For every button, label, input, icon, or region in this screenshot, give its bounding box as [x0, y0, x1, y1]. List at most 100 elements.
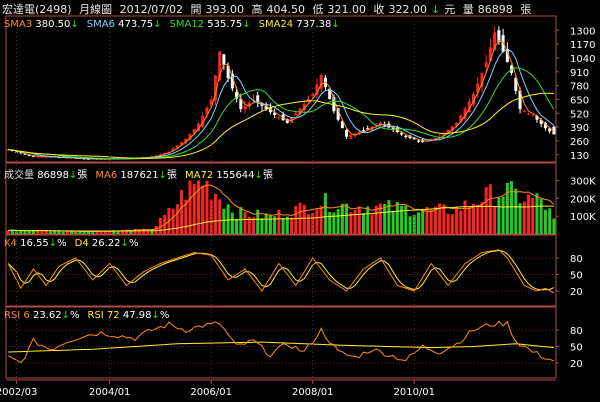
price-legend-value: 380.50 — [35, 19, 71, 30]
volume-bar — [535, 193, 539, 234]
volume-legend-label: MA72 — [184, 170, 217, 181]
volume-legend-unit: 張 — [77, 170, 88, 181]
kd-legend-label: K4 — [4, 238, 21, 249]
volume-bar — [552, 218, 556, 234]
kd-legend-label: D4 — [74, 238, 92, 249]
low-value: 321.00 — [327, 3, 366, 16]
x-tick-label: 2006/01 — [190, 387, 232, 398]
price-legend-label: SMA6 — [86, 19, 119, 30]
volume-bar — [357, 206, 361, 234]
volume-bar — [213, 193, 217, 234]
candle-body — [349, 135, 353, 139]
volume-y-tick-label: 300K — [570, 177, 596, 188]
volume-bar — [268, 214, 272, 234]
candle-body — [222, 54, 226, 65]
volume-bar — [154, 225, 158, 234]
volume-bar — [192, 183, 196, 234]
price-y-tick-label: 1040 — [570, 54, 595, 65]
volume-bar — [307, 214, 310, 234]
candle-body — [484, 62, 488, 68]
candle-body — [243, 105, 247, 110]
rsi6-line — [7, 320, 555, 364]
volume-bar — [290, 217, 294, 234]
volume-bar — [218, 199, 222, 234]
volume-bar — [501, 196, 505, 234]
price-legend-item: SMA3 380.50↓ — [4, 19, 79, 30]
volume-legend-label: MA6 — [95, 170, 121, 181]
high-label: 高 — [251, 3, 263, 16]
candle-body — [277, 117, 281, 119]
volume-bar — [315, 209, 319, 234]
volume-legend-value: 187621 — [120, 170, 159, 181]
volume-bar — [302, 204, 306, 234]
volume-bar — [353, 210, 357, 234]
rsi-legend: RSI 6 23.62↓% RSI 72 47.98↓% — [4, 310, 177, 321]
rsi-legend-unit: % — [70, 310, 80, 321]
volume-bar — [48, 231, 52, 234]
volume-bar — [442, 204, 446, 234]
volume-bar — [480, 202, 484, 234]
volume-legend-label: 成交量 — [4, 170, 38, 181]
period-label: 月線圖 — [79, 3, 113, 16]
down-arrow-icon: ↓ — [153, 19, 162, 30]
rsi-legend-unit: % — [159, 310, 170, 321]
volume-legend-unit: 張 — [262, 170, 273, 181]
volume-legend-value: 155644 — [216, 170, 255, 181]
close-label: 收 — [373, 3, 385, 16]
volume-bar — [171, 208, 175, 234]
volume-legend: 成交量 86898↓張 MA6 187621↓張 MA72 155644↓張 — [4, 166, 281, 181]
rsi-legend-value: 47.98 — [122, 310, 152, 321]
volume-bar — [340, 203, 344, 234]
x-tick-label: 2004/01 — [89, 387, 131, 398]
volume-bar — [61, 231, 65, 234]
volume-y-tick-label: 200K — [570, 194, 596, 205]
volume-bar — [476, 205, 480, 234]
chart-canvas: 1300 1170 1040 910 780 650 520 390 260 130 300K 200… — [0, 15, 596, 398]
volume-bar — [450, 214, 454, 234]
volume-bar — [345, 203, 349, 234]
candle-body — [527, 113, 530, 115]
down-arrow-icon: ↓ — [120, 238, 129, 249]
candle-body — [531, 115, 535, 117]
volume-bar — [6, 230, 10, 234]
price-y-tick-label: 260 — [570, 137, 589, 148]
volume-bar — [493, 205, 497, 234]
volume-bar — [323, 193, 327, 234]
date-label: 2012/07/02 — [119, 3, 183, 16]
price-y-tick-label: 1300 — [570, 26, 595, 37]
volume-bar — [222, 208, 226, 234]
volume-bar — [387, 200, 391, 234]
x-tick-label: 2002/03 — [0, 387, 37, 398]
volume-label: 量 — [462, 3, 474, 16]
close-value: 322.00 — [388, 3, 427, 16]
volume-bar — [27, 231, 31, 234]
volume-bar — [488, 184, 492, 234]
price-y-tick-label: 130 — [570, 151, 589, 162]
kd-legend-value: 16.55 — [20, 238, 49, 249]
volume-bar — [543, 209, 547, 234]
stock-chart-window: 1300 1170 1040 910 780 650 520 390 260 130 300K 200… — [0, 0, 600, 402]
price-y-tick-label: 390 — [570, 123, 589, 134]
down-arrow-icon: ↓ — [331, 19, 340, 30]
price-legend-value: 535.75 — [207, 19, 243, 30]
volume-bar — [400, 205, 404, 234]
volume-bar — [370, 214, 374, 234]
volume-bar — [514, 188, 518, 234]
price-legend: SMA3 380.50↓ SMA6 473.75↓ SMA12 535.75↓ SMA… — [4, 19, 348, 30]
volume-bar — [383, 203, 387, 234]
kd-legend-unit: % — [128, 238, 139, 249]
price-y-tick-label: 520 — [570, 109, 589, 120]
open-label: 開 — [190, 3, 202, 16]
price-legend-label: SMA24 — [258, 19, 297, 30]
down-arrow-icon: ↓ — [48, 238, 58, 249]
volume-bar — [53, 231, 57, 234]
volume-bar — [201, 185, 205, 234]
volume-bar — [243, 212, 247, 234]
kd-y-tick-label: 20 — [570, 287, 583, 298]
rsi72-line — [8, 341, 554, 353]
volume-legend-item: 成交量 86898↓張 — [4, 170, 87, 181]
volume-bar — [455, 206, 459, 234]
price-legend-item: SMA6 473.75↓ — [87, 19, 162, 30]
volume-bar — [417, 212, 420, 234]
kd-legend-unit: % — [57, 238, 67, 249]
